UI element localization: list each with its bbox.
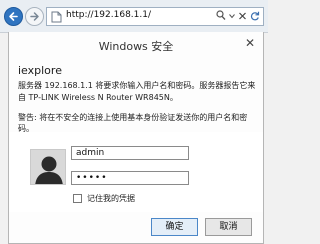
forward-arrow-icon <box>30 12 39 21</box>
remember-credentials-label: 记住我的凭据 <box>87 194 135 203</box>
search-icon[interactable] <box>216 10 226 21</box>
username-input[interactable]: admin <box>71 146 189 160</box>
security-warning: 警告: 将在不安全的连接上使用基本身份验证发送你的用户名和密码。 <box>18 113 248 133</box>
dropdown-arrow-icon[interactable] <box>229 11 235 21</box>
url-text: http://192.168.1.1/ <box>66 10 151 20</box>
user-avatar-icon <box>30 149 66 185</box>
browser-toolbar: http://192.168.1.1/ <box>0 0 268 33</box>
close-icon[interactable] <box>238 11 247 21</box>
back-button[interactable] <box>4 7 23 26</box>
credential-panel: admin ••••• 记住我的凭据 <box>9 132 263 212</box>
page-icon <box>51 11 62 23</box>
address-bar[interactable]: http://192.168.1.1/ <box>46 7 264 26</box>
forward-button[interactable] <box>25 7 44 26</box>
app-name: iexplore <box>18 64 62 77</box>
refresh-icon[interactable] <box>250 11 260 21</box>
remember-credentials-checkbox[interactable] <box>73 194 82 203</box>
dialog-title: Windows 安全 <box>98 40 174 53</box>
password-input[interactable]: ••••• <box>71 171 189 185</box>
cancel-button[interactable]: 取消 <box>205 218 252 236</box>
dialog-close-button[interactable]: ✕ <box>245 37 255 49</box>
ok-button[interactable]: 确定 <box>151 218 198 236</box>
back-arrow-icon <box>9 12 18 21</box>
windows-security-dialog: Windows 安全 ✕ iexplore 服务器 192.168.1.1 将要… <box>8 32 264 244</box>
server-message: 服务器 192.168.1.1 将要求你输入用户名和密码。服务器报告它来自 TP… <box>18 81 256 102</box>
